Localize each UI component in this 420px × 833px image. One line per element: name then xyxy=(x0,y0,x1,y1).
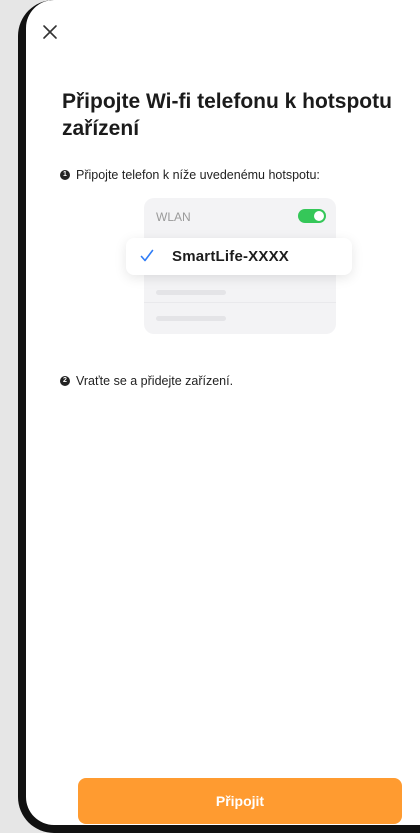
step-2-number: 2 xyxy=(60,376,70,386)
step-1-number: 1 xyxy=(60,170,70,180)
step-2-text: Vraťte se a přidejte zařízení. xyxy=(76,374,234,388)
check-icon xyxy=(140,249,154,262)
wlan-label: WLAN xyxy=(156,210,191,224)
toggle-knob xyxy=(314,211,324,221)
placeholder-line xyxy=(156,290,226,295)
phone-frame: Připojte Wi-fi telefonu k hotspotu zaříz… xyxy=(18,0,420,833)
wlan-toggle xyxy=(298,209,326,223)
connect-button[interactable]: Připojit xyxy=(78,778,402,824)
divider xyxy=(144,302,336,303)
page-title: Připojte Wi-fi telefonu k hotspotu zaříz… xyxy=(62,90,392,140)
close-icon xyxy=(43,25,57,39)
placeholder-line xyxy=(156,316,226,321)
step-1: 1 Připojte telefon k níže uvedenému hots… xyxy=(60,168,320,182)
step-1-text: Připojte telefon k níže uvedenému hotspo… xyxy=(76,168,320,182)
screen: Připojte Wi-fi telefonu k hotspotu zaříz… xyxy=(26,0,420,825)
step-2: 2 Vraťte se a přidejte zařízení. xyxy=(60,374,233,388)
close-button[interactable] xyxy=(38,20,62,44)
network-name: SmartLife-XXXX xyxy=(172,248,289,265)
network-card: SmartLife-XXXX xyxy=(126,238,352,275)
